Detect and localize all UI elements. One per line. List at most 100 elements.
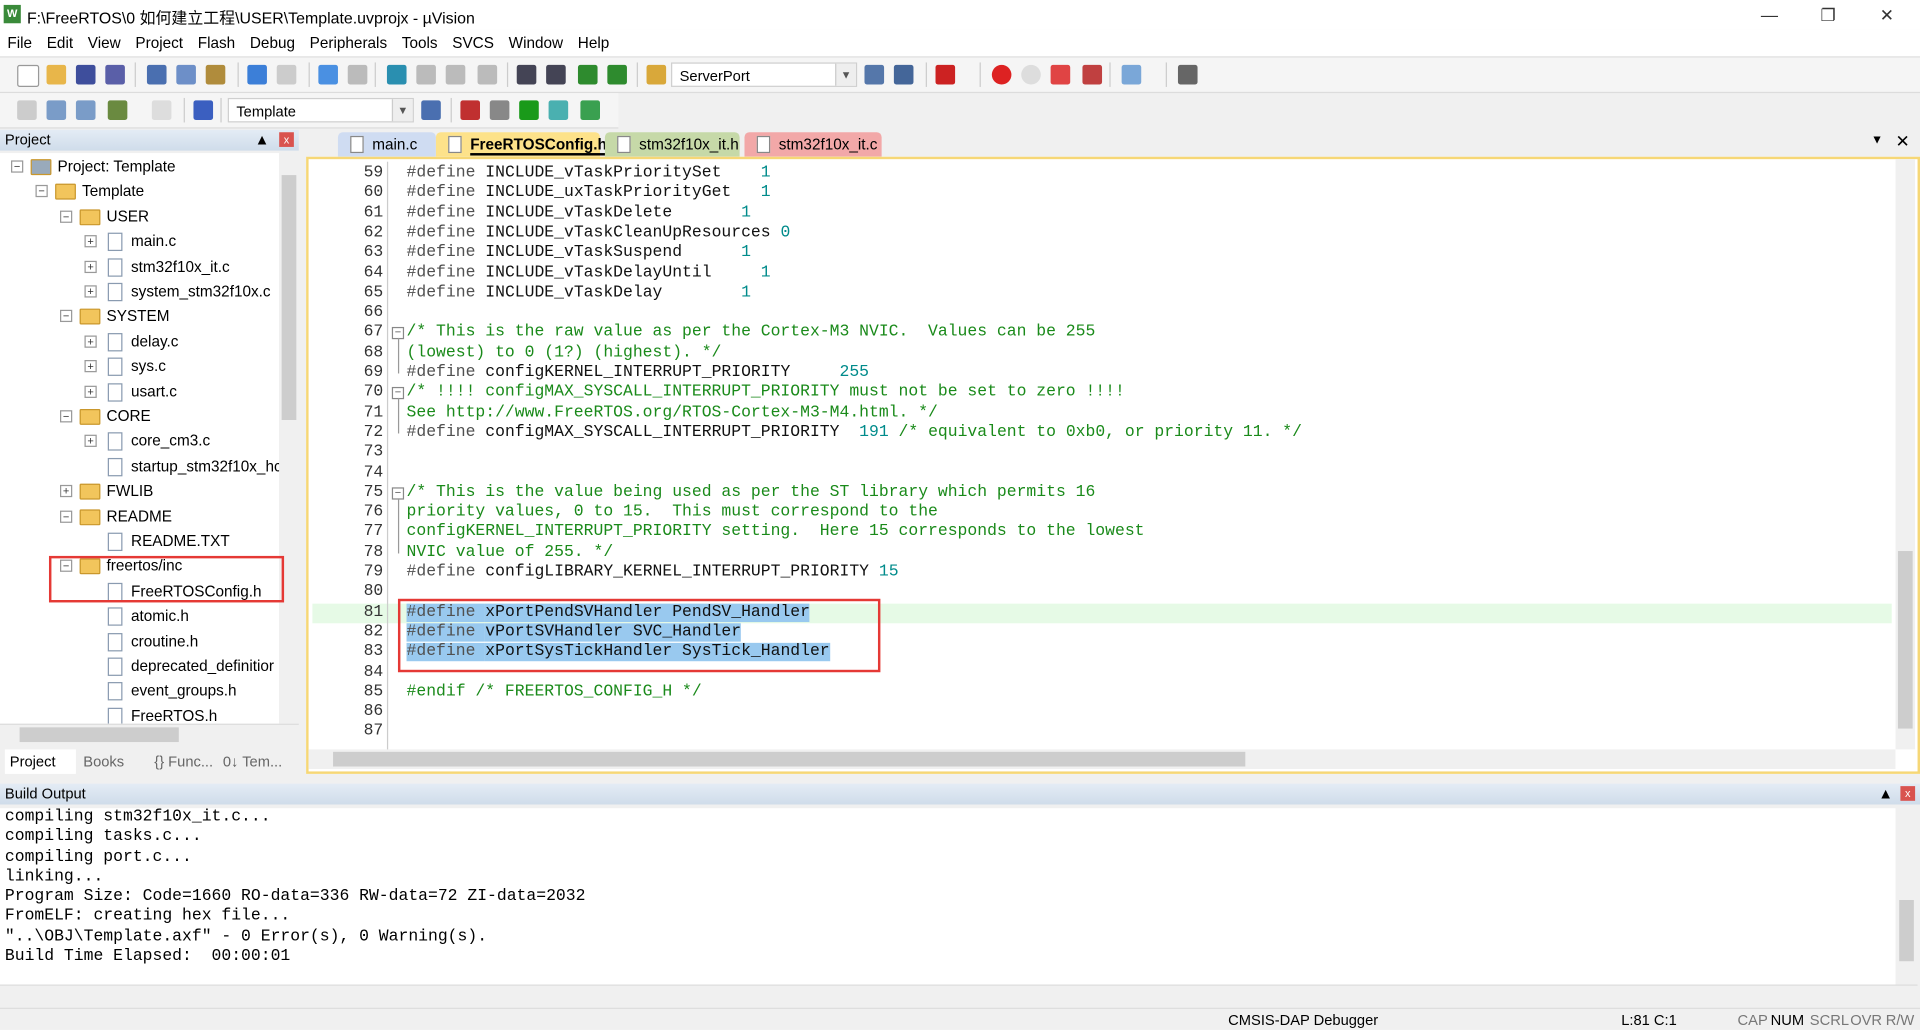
bookmark-icon[interactable] xyxy=(386,64,407,85)
tree-item[interactable]: − Template xyxy=(0,179,279,203)
tab-functions[interactable]: {} Func... xyxy=(149,749,213,773)
find-in-files-icon[interactable] xyxy=(646,64,667,85)
code-editor[interactable]: 59 #define INCLUDE_vTaskPrioritySet 1 60 #d… xyxy=(306,156,1920,774)
expand-icon[interactable]: + xyxy=(84,435,97,448)
tree-item[interactable]: README.TXT xyxy=(0,529,279,553)
manage-books-icon[interactable] xyxy=(489,100,510,121)
comment-icon[interactable] xyxy=(577,64,598,85)
expand-icon[interactable]: + xyxy=(84,385,97,398)
close-button[interactable]: ✕ xyxy=(1859,0,1915,29)
tree-item[interactable]: + stm32f10x_it.c xyxy=(0,254,279,278)
expand-icon[interactable]: + xyxy=(84,335,97,348)
prev-bookmark-icon[interactable] xyxy=(416,64,436,85)
menu-tools[interactable]: Tools xyxy=(394,29,444,51)
save-all-icon[interactable] xyxy=(105,64,125,85)
undo-icon[interactable] xyxy=(247,64,267,85)
tree-item[interactable]: FreeRTOS.h xyxy=(0,704,279,724)
unindent-icon[interactable] xyxy=(546,64,566,85)
pin-icon[interactable]: ▲ xyxy=(255,130,270,151)
close-icon[interactable]: x xyxy=(279,132,294,147)
save-icon[interactable] xyxy=(75,64,96,85)
expand-icon[interactable]: + xyxy=(60,485,73,498)
menu-help[interactable]: Help xyxy=(570,29,616,51)
chevron-down-icon[interactable]: ▼ xyxy=(835,63,856,86)
tab-freertosconfig-h[interactable]: FreeRTOSConfig.h xyxy=(435,132,607,157)
output-vscrollbar[interactable] xyxy=(1895,808,1918,985)
redo-icon[interactable] xyxy=(276,64,297,85)
tree-item[interactable]: startup_stm32f10x_hc xyxy=(0,454,279,478)
breakpoint-icon[interactable] xyxy=(991,64,1012,85)
disable-all-breakpoints-icon[interactable] xyxy=(1050,64,1071,85)
translate-icon[interactable] xyxy=(17,100,37,121)
restore-button[interactable]: ❐ xyxy=(1800,0,1856,29)
pack-installer-icon[interactable] xyxy=(548,100,569,121)
target-combo[interactable]: Template ▼ xyxy=(227,97,414,123)
tree-item[interactable]: + delay.c xyxy=(0,329,279,353)
tab-list-icon[interactable]: ▼ xyxy=(1871,133,1883,146)
open-icon[interactable] xyxy=(46,64,67,85)
build-output-text[interactable]: compiling stm32f10x_it.c... compiling tas… xyxy=(0,808,1896,985)
menu-peripherals[interactable]: Peripherals xyxy=(302,29,394,51)
rte-icon[interactable] xyxy=(580,100,601,121)
collapse-icon[interactable]: − xyxy=(60,310,73,323)
configure-icon[interactable] xyxy=(1177,64,1198,85)
collapse-icon[interactable]: − xyxy=(60,410,73,423)
pin-icon[interactable]: ▲ xyxy=(1878,784,1893,805)
build-icon[interactable] xyxy=(46,100,67,121)
next-bookmark-icon[interactable] xyxy=(445,64,466,85)
tab-templates[interactable]: 0↓ Tem... xyxy=(218,749,282,773)
paste-icon[interactable] xyxy=(205,64,226,85)
collapse-icon[interactable]: − xyxy=(60,210,73,223)
find-combo[interactable]: ServerPort ▼ xyxy=(671,62,858,87)
menu-debug[interactable]: Debug xyxy=(243,29,303,51)
window-layout-icon[interactable] xyxy=(1121,64,1142,85)
collapse-icon[interactable]: − xyxy=(35,185,48,198)
clear-bookmarks-icon[interactable] xyxy=(477,64,498,85)
menu-edit[interactable]: Edit xyxy=(39,29,80,51)
collapse-icon[interactable]: − xyxy=(60,510,73,523)
minimize-button[interactable]: — xyxy=(1741,0,1797,29)
close-icon[interactable]: x xyxy=(1900,786,1916,801)
tree-item[interactable]: event_groups.h xyxy=(0,679,279,703)
browse-icon[interactable] xyxy=(893,64,914,85)
find-icon[interactable] xyxy=(864,64,885,85)
new-file-icon[interactable] xyxy=(17,64,40,87)
download-icon[interactable] xyxy=(193,100,214,121)
tree-item[interactable]: − SYSTEM xyxy=(0,304,279,328)
menu-window[interactable]: Window xyxy=(501,29,570,51)
tree-item[interactable]: − README xyxy=(0,504,279,528)
tree-item[interactable]: − CORE xyxy=(0,404,279,428)
close-icon[interactable]: ✕ xyxy=(1896,131,1910,152)
tree-item[interactable]: deprecated_definitior xyxy=(0,654,279,678)
tree-item[interactable]: + usart.c xyxy=(0,379,279,403)
rebuild-icon[interactable] xyxy=(75,100,96,121)
menu-project[interactable]: Project xyxy=(128,29,190,51)
target-options-icon[interactable] xyxy=(421,100,441,121)
stop-build-icon[interactable] xyxy=(151,100,172,121)
tab-project[interactable]: Project xyxy=(4,749,76,774)
project-vscrollbar[interactable] xyxy=(279,153,299,724)
disable-breakpoint-icon[interactable] xyxy=(1021,64,1041,85)
select-packs-icon[interactable] xyxy=(519,100,539,121)
tab-main-c[interactable]: main.c xyxy=(337,132,436,157)
cut-icon[interactable] xyxy=(146,64,167,85)
tree-item[interactable]: croutine.h xyxy=(0,629,279,653)
editor-hscrollbar[interactable] xyxy=(308,749,1896,769)
chevron-down-icon[interactable]: ▼ xyxy=(391,99,413,122)
uncomment-icon[interactable] xyxy=(607,64,627,85)
collapse-icon[interactable]: − xyxy=(11,160,24,173)
indent-icon[interactable] xyxy=(516,64,537,85)
tree-item[interactable]: + main.c xyxy=(0,229,279,253)
menu-svcs[interactable]: SVCS xyxy=(445,29,501,51)
tab-stm32f10x-it-c[interactable]: stm32f10x_it.c xyxy=(744,132,882,157)
batch-build-icon[interactable] xyxy=(107,100,128,121)
debug-icon[interactable] xyxy=(935,64,956,85)
menu-view[interactable]: View xyxy=(80,29,128,51)
forward-icon[interactable] xyxy=(347,64,368,85)
menu-file[interactable]: File xyxy=(0,29,39,51)
tree-item[interactable]: − USER xyxy=(0,204,279,228)
tree-item[interactable]: − Project: Template xyxy=(0,154,279,178)
tab-stm32f10x-it-h[interactable]: stm32f10x_it.h xyxy=(604,132,740,157)
menu-flash[interactable]: Flash xyxy=(190,29,242,51)
tree-item[interactable]: atomic.h xyxy=(0,604,279,628)
